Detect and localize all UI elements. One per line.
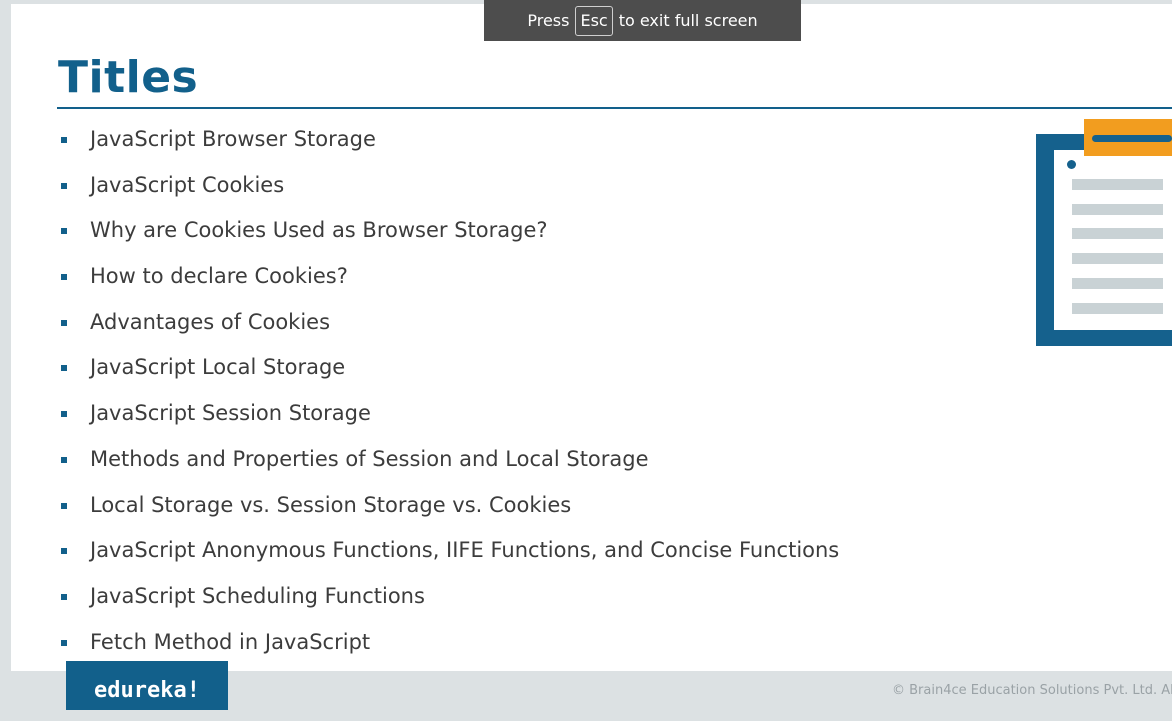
list-item: JavaScript Session Storage bbox=[59, 391, 839, 437]
copyright-text: © Brain4ce Education Solutions Pvt. Ltd.… bbox=[892, 683, 1172, 698]
presentation-viewport: Titles JavaScript Browser Storage JavaSc… bbox=[0, 0, 1172, 710]
bullet-icon bbox=[61, 319, 67, 326]
topic-label: Local Storage vs. Session Storage vs. Co… bbox=[90, 492, 572, 517]
title-divider bbox=[57, 107, 1172, 109]
fullscreen-exit-notice: Press Esc to exit full screen bbox=[484, 0, 801, 41]
bullet-icon bbox=[61, 365, 67, 372]
clipboard-line bbox=[1072, 303, 1163, 314]
brand-logo: edureka! bbox=[66, 661, 228, 710]
bullet-icon bbox=[61, 228, 67, 235]
topic-label: How to declare Cookies? bbox=[90, 264, 348, 289]
topic-label: Advantages of Cookies bbox=[90, 309, 331, 334]
list-item: Why are Cookies Used as Browser Storage? bbox=[59, 208, 839, 254]
notice-text-before: Press bbox=[527, 11, 570, 30]
clipboard-line bbox=[1072, 228, 1163, 239]
topic-label: Fetch Method in JavaScript bbox=[90, 629, 371, 654]
topic-label: Why are Cookies Used as Browser Storage? bbox=[90, 218, 548, 243]
slide: Titles JavaScript Browser Storage JavaSc… bbox=[11, 4, 1172, 671]
bullet-icon bbox=[61, 639, 67, 646]
bullet-icon bbox=[61, 137, 67, 143]
topic-label: JavaScript Anonymous Functions, IIFE Fun… bbox=[90, 538, 840, 563]
clipboard-line bbox=[1072, 278, 1163, 289]
topic-label: JavaScript Scheduling Functions bbox=[90, 583, 425, 608]
list-item: JavaScript Anonymous Functions, IIFE Fun… bbox=[59, 528, 839, 574]
topic-label: JavaScript Local Storage bbox=[90, 355, 346, 380]
bullet-icon bbox=[61, 548, 67, 555]
clipboard-list-icon bbox=[1036, 119, 1172, 347]
topic-label: Methods and Properties of Session and Lo… bbox=[90, 446, 649, 471]
topic-list: JavaScript Browser Storage JavaScript Co… bbox=[59, 117, 839, 665]
list-item: How to declare Cookies? bbox=[59, 254, 839, 300]
list-item: JavaScript Cookies bbox=[59, 163, 839, 209]
notice-text-after: to exit full screen bbox=[618, 11, 758, 30]
list-item: JavaScript Browser Storage bbox=[59, 117, 839, 163]
list-item: JavaScript Scheduling Functions bbox=[59, 574, 839, 620]
slide-title: Titles bbox=[58, 52, 199, 103]
clipboard-line bbox=[1072, 179, 1163, 190]
clipboard-line bbox=[1072, 253, 1163, 264]
topic-label: JavaScript Cookies bbox=[90, 172, 285, 197]
list-item: Advantages of Cookies bbox=[59, 300, 839, 346]
clipboard-line bbox=[1072, 204, 1163, 215]
bullet-icon bbox=[61, 502, 67, 509]
clipboard-bullet-dot bbox=[1067, 160, 1076, 169]
topic-label: JavaScript Session Storage bbox=[90, 401, 371, 426]
esc-key-hint: Esc bbox=[575, 5, 613, 36]
bullet-icon bbox=[61, 456, 67, 463]
list-item: Methods and Properties of Session and Lo… bbox=[59, 437, 839, 483]
bullet-icon bbox=[61, 411, 67, 418]
clipboard-clip-bar bbox=[1092, 135, 1172, 142]
list-item: JavaScript Local Storage bbox=[59, 345, 839, 391]
list-item: Fetch Method in JavaScript bbox=[59, 620, 839, 666]
bullet-icon bbox=[61, 182, 67, 189]
topic-label: JavaScript Browser Storage bbox=[90, 127, 376, 151]
bullet-icon bbox=[61, 274, 67, 281]
list-item: Local Storage vs. Session Storage vs. Co… bbox=[59, 483, 839, 529]
bullet-icon bbox=[61, 593, 67, 600]
